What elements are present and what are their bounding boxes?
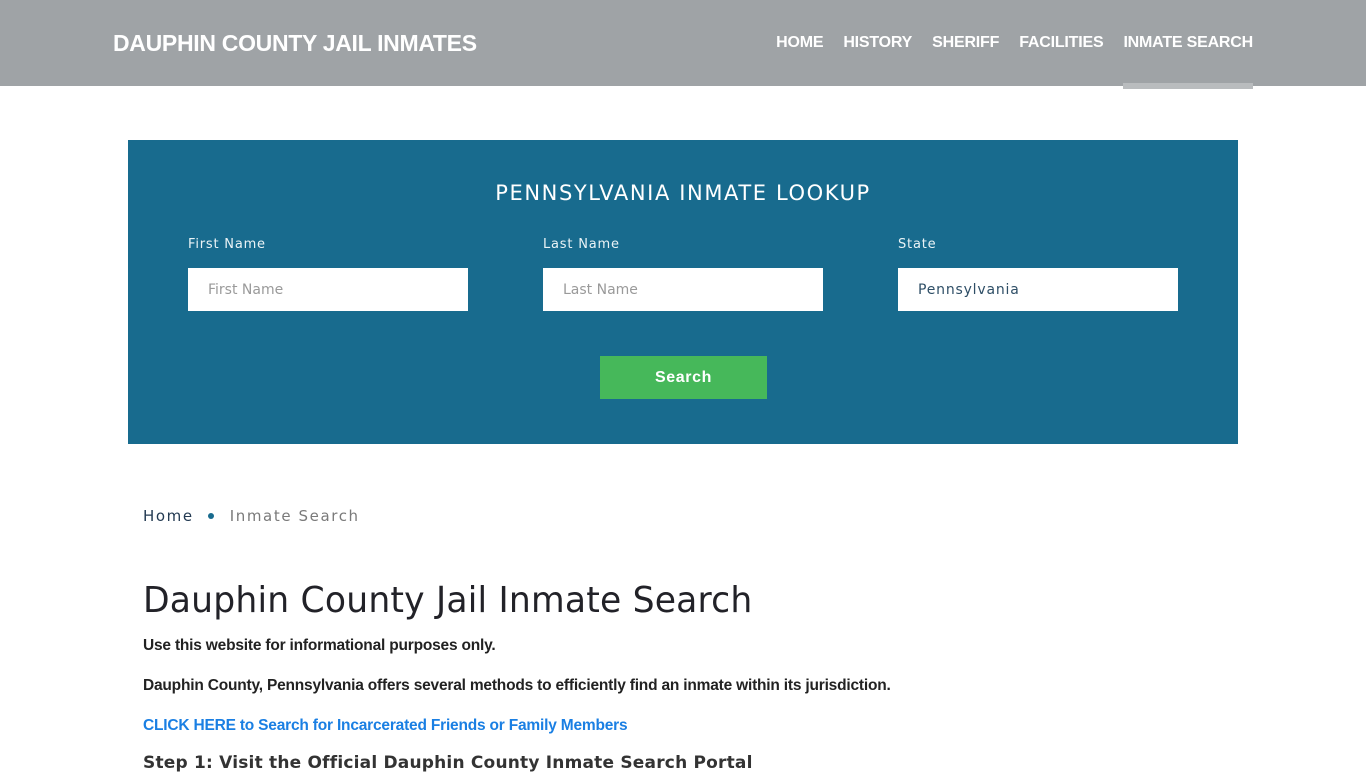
first-name-label: First Name <box>188 237 266 252</box>
last-name-input[interactable] <box>543 268 823 311</box>
site-logo-link[interactable]: DAUPHIN COUNTY JAIL INMATES <box>113 30 477 57</box>
nav-item-home[interactable]: HOME <box>766 0 833 86</box>
breadcrumb-separator-dot-icon <box>207 513 214 519</box>
state-input[interactable] <box>898 268 1178 311</box>
intro-text: Dauphin County, Pennsylvania offers seve… <box>143 677 891 694</box>
search-button[interactable]: Search <box>600 356 767 399</box>
state-label: State <box>898 237 937 252</box>
nav-item-facilities[interactable]: FACILITIES <box>1009 0 1113 86</box>
breadcrumb: Home Inmate Search <box>143 507 360 525</box>
main-nav: HOME HISTORY SHERIFF FACILITIES INMATE S… <box>766 0 1253 89</box>
nav-item-sheriff[interactable]: SHERIFF <box>922 0 1009 86</box>
step-1-heading: Step 1: Visit the Official Dauphin Count… <box>143 753 753 773</box>
nav-item-inmate-search[interactable]: INMATE SEARCH <box>1113 0 1253 89</box>
lookup-title: PENNSYLVANIA INMATE LOOKUP <box>495 181 871 205</box>
nav-item-history[interactable]: HISTORY <box>833 0 922 86</box>
first-name-input[interactable] <box>188 268 468 311</box>
page-title: Dauphin County Jail Inmate Search <box>143 580 753 621</box>
site-header: DAUPHIN COUNTY JAIL INMATES HOME HISTORY… <box>0 0 1366 89</box>
last-name-label: Last Name <box>543 237 620 252</box>
disclaimer-text: Use this website for informational purpo… <box>143 637 496 654</box>
breadcrumb-current: Inmate Search <box>229 507 360 525</box>
breadcrumb-home-link[interactable]: Home <box>143 507 194 525</box>
search-friends-family-link[interactable]: CLICK HERE to Search for Incarcerated Fr… <box>143 717 628 735</box>
